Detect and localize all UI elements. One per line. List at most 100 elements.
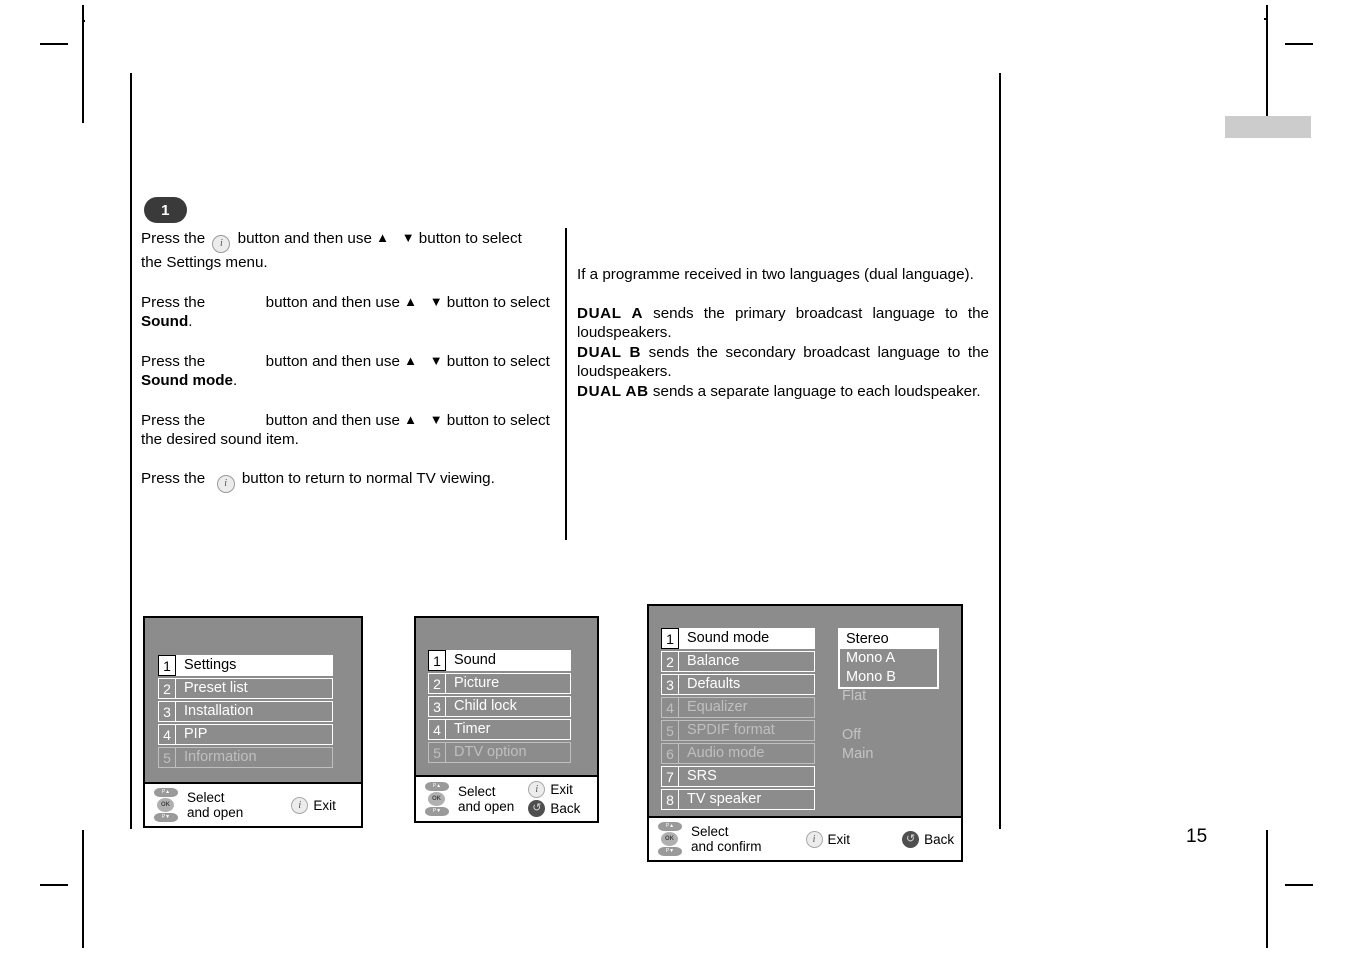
instruction-2-dot: .	[188, 313, 193, 330]
dropdown-option[interactable]: Mono B	[840, 668, 937, 687]
osd-row-label: Sound	[446, 650, 571, 671]
osd-row[interactable]: 5 Information	[158, 747, 333, 768]
osd-help-back[interactable]: ↺ Back	[902, 830, 954, 848]
instruction-1-second: the Settings menu.	[141, 254, 268, 271]
osd-row[interactable]: 3 Child lock	[428, 696, 571, 717]
osd-row[interactable]: 1 Sound	[428, 650, 571, 671]
info-button-icon: i	[805, 830, 823, 848]
crop-mark-bottom-left-v	[82, 830, 84, 948]
sound-mode-dropdown[interactable]: Stereo Mono A Mono B	[838, 628, 939, 689]
instruction-4-post: button to select	[446, 411, 550, 429]
osd-row-number: 5	[428, 742, 446, 763]
osd-row-number: 3	[158, 701, 176, 722]
page-border-left	[130, 73, 132, 829]
arrow-up-icon: ▲	[404, 352, 418, 368]
osd-help-select: Select and confirm	[691, 824, 762, 855]
osd-value-audio-mode: Main	[842, 746, 874, 762]
osd-row-number: 2	[661, 651, 679, 672]
arrow-up-icon: ▲	[404, 293, 418, 309]
osd-row[interactable]: 2 Preset list	[158, 678, 333, 699]
osd-row-label: Information	[176, 747, 333, 768]
osd-row[interactable]: 4 Equalizer	[661, 697, 815, 718]
arrow-up-icon: ▲	[404, 411, 418, 427]
osd-row[interactable]: 8 TV speaker	[661, 789, 815, 810]
osd-settings-menu[interactable]: 1 Settings 2 Preset list 3 Installation …	[143, 616, 363, 828]
instruction-3-mid: button and then use	[265, 352, 400, 370]
nav-up-icon: P▲	[425, 782, 449, 791]
instruction-paragraph-5: Press the i button to return to normal T…	[141, 469, 559, 493]
osd-row-number: 8	[661, 789, 679, 810]
dual-b-line: DUAL B sends the secondary broadcast lan…	[577, 343, 989, 382]
osd-row-label: Audio mode	[679, 743, 815, 764]
osd-row[interactable]: 6 Audio mode	[661, 743, 815, 764]
instruction-4-pre: Press the	[141, 411, 206, 429]
osd-help-select-line1: Select	[691, 823, 729, 839]
crop-mark-top-right-v	[1266, 5, 1268, 123]
navigation-pad-icon[interactable]: P▲ OK P▼	[424, 782, 450, 816]
osd-row[interactable]: 3 Defaults	[661, 674, 815, 695]
osd-help-back[interactable]: ↺ Back	[528, 800, 580, 817]
arrow-down-icon: ▼	[429, 293, 443, 309]
info-button-icon: i	[216, 474, 235, 493]
osd-row-label: Settings	[176, 655, 333, 676]
navigation-pad-icon[interactable]: P▲ OK P▼	[153, 788, 179, 822]
dropdown-option[interactable]: Mono A	[840, 649, 937, 668]
osd-row-label: Timer	[446, 719, 571, 740]
osd-row[interactable]: 2 Picture	[428, 673, 571, 694]
osd-row-number: 3	[428, 696, 446, 717]
osd-help-exit[interactable]: i Exit	[528, 781, 580, 798]
instruction-paragraph-3: Press the button and then use ▲ ▼ button…	[141, 351, 559, 391]
osd-row-number: 1	[428, 650, 446, 671]
instruction-1-mid: button and then use	[237, 230, 372, 247]
instruction-1-post: button to select	[418, 230, 522, 247]
osd-row-number: 6	[661, 743, 679, 764]
osd-help-exit-label: Exit	[313, 797, 336, 813]
osd-help-exit-label: Exit	[550, 782, 573, 797]
instruction-paragraph-1: Press the i button and then use ▲ ▼ butt…	[141, 228, 559, 273]
crop-mark-top-left	[40, 43, 68, 45]
osd-row[interactable]: 1 Settings	[158, 655, 333, 676]
osd-help-exit[interactable]: i Exit	[805, 830, 850, 848]
instruction-2-pre: Press the	[141, 293, 206, 311]
osd-row[interactable]: 4 PIP	[158, 724, 333, 745]
nav-down-icon: P▼	[425, 807, 449, 816]
osd-row[interactable]: 4 Timer	[428, 719, 571, 740]
info-button-icon: i	[212, 235, 231, 253]
osd-row-number: 2	[428, 673, 446, 694]
instruction-5-pre: Press the	[141, 469, 206, 487]
osd-sound-rows: 1 Sound 2 Picture 3 Child lock 4 Timer 5…	[416, 618, 597, 775]
osd-row-label: Defaults	[679, 674, 815, 695]
column-divider	[565, 228, 567, 540]
osd-row[interactable]: 5 SPDIF format	[661, 720, 815, 741]
osd-help-exit[interactable]: i Exit	[291, 796, 336, 814]
osd-help-select: Select and open	[187, 790, 243, 821]
osd-help-select: Select and open	[458, 784, 514, 815]
crop-mark-top-right	[1285, 43, 1313, 45]
info-button-icon: i	[291, 796, 309, 814]
instruction-4-mid: button and then use	[265, 411, 400, 429]
instruction-paragraph-2: Press the button and then use ▲ ▼ button…	[141, 292, 559, 332]
navigation-pad-icon[interactable]: P▲ OK P▼	[657, 822, 683, 856]
dual-ab-line: DUAL AB sends a separate language to eac…	[577, 382, 989, 402]
crop-mark-bottom-right	[1285, 884, 1313, 886]
section-tab-marker	[1225, 116, 1311, 138]
osd-help-select-line2: and open	[458, 799, 515, 814]
osd-row[interactable]: 5 DTV option	[428, 742, 571, 763]
instruction-2-post: button to select	[446, 293, 550, 311]
osd-row[interactable]: 7 SRS	[661, 766, 815, 787]
osd-row-label: TV speaker	[679, 789, 815, 810]
nav-up-icon: P▲	[154, 788, 178, 797]
osd-row[interactable]: 3 Installation	[158, 701, 333, 722]
back-arrow-icon: ↺	[902, 830, 920, 848]
osd-sound-mode-menu[interactable]: 1 Sound mode 2 Balance 3 Defaults 4 Equa…	[647, 604, 963, 862]
registration-dot-top-right	[1264, 18, 1266, 20]
nav-down-icon: P▼	[658, 847, 682, 856]
dropdown-option[interactable]: Stereo	[840, 630, 937, 649]
osd-row[interactable]: 2 Balance	[661, 651, 815, 672]
osd-value-defaults: Flat	[842, 688, 867, 704]
osd-sound-menu[interactable]: 1 Sound 2 Picture 3 Child lock 4 Timer 5…	[414, 616, 599, 823]
instruction-3-post: button to select	[446, 352, 550, 370]
osd-row-label: Balance	[679, 651, 815, 672]
osd-row[interactable]: 1 Sound mode	[661, 628, 815, 649]
osd-help-actions: i Exit ↺ Back	[528, 781, 580, 817]
